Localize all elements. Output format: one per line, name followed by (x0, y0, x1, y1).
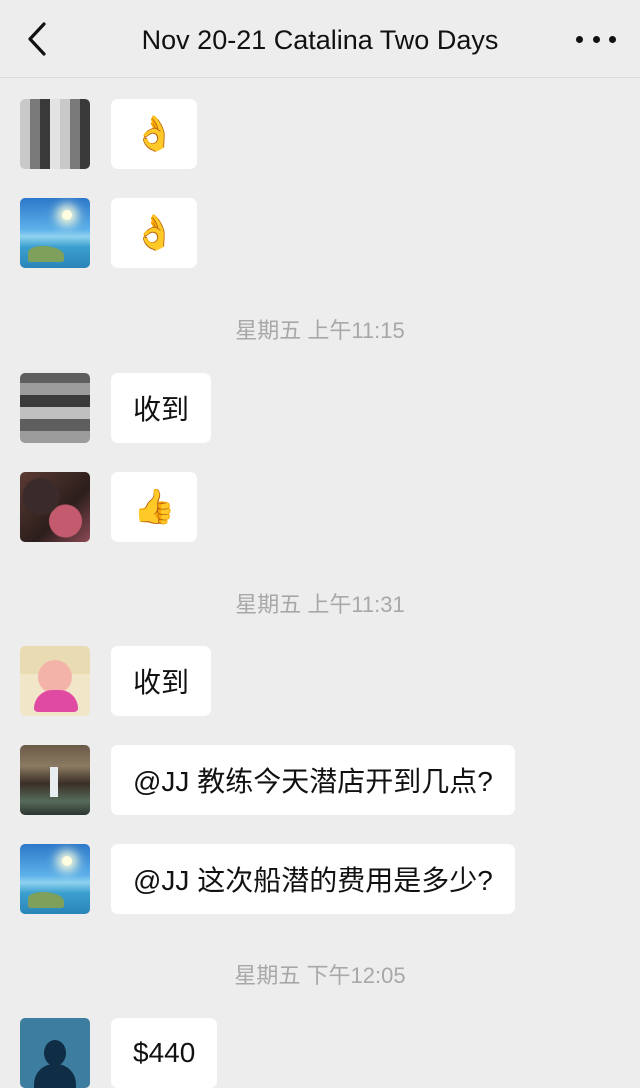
timestamp: 星期五 上午11:31 (235, 592, 405, 617)
more-options-button[interactable] (576, 26, 616, 52)
message-row: 👍 (20, 472, 198, 542)
ellipsis-dot (609, 35, 616, 43)
blurred-avatar[interactable] (20, 373, 90, 443)
message-row: @JJ 这次船潜的费用是多少? (20, 844, 515, 914)
cartoon-avatar[interactable] (20, 646, 90, 716)
blurred-dark-avatar[interactable] (20, 472, 90, 542)
waterfall-avatar[interactable] (20, 745, 90, 815)
beach-avatar[interactable] (20, 198, 90, 268)
back-button[interactable] (18, 18, 58, 60)
message-row: @JJ 教练今天潜店开到几点? (20, 745, 515, 815)
message-row: 收到 (20, 373, 212, 443)
message-bubble[interactable]: 👌 (111, 198, 198, 268)
ellipsis-dot (592, 35, 600, 43)
chat-header: Nov 20-21 Catalina Two Days (0, 0, 640, 78)
ellipsis-icon (576, 35, 583, 43)
message-bubble[interactable]: @JJ 教练今天潜店开到几点? (111, 745, 515, 815)
chat-title: Nov 20-21 Catalina Two Days (141, 25, 499, 55)
message-row: 👌 (20, 198, 198, 268)
message-bubble[interactable]: @JJ 这次船潜的费用是多少? (111, 844, 515, 914)
chevron-left-icon (28, 22, 46, 56)
message-row: 👌 (20, 99, 198, 169)
message-bubble[interactable]: 👌 (111, 99, 198, 169)
timestamp: 星期五 下午12:05 (234, 963, 406, 988)
beach-avatar[interactable] (20, 844, 90, 914)
message-bubble[interactable]: 收到 (111, 646, 212, 716)
message-bubble[interactable]: 👍 (111, 472, 198, 542)
message-bubble[interactable]: 收到 (111, 373, 212, 443)
message-row: 收到 (20, 646, 212, 716)
blurred-person-avatar[interactable] (20, 99, 90, 169)
timestamp: 星期五 上午11:15 (235, 318, 405, 343)
